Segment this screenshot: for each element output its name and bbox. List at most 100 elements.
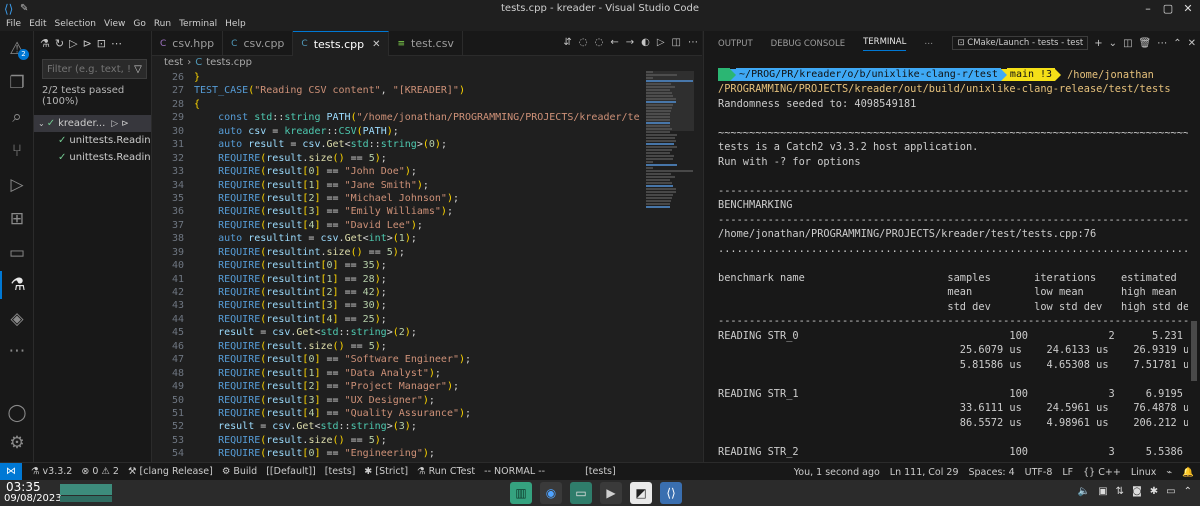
test-target[interactable]: [tests] <box>325 466 356 477</box>
close-tab-icon[interactable]: ✕ <box>372 39 380 50</box>
copilot-icon[interactable]: ◐ <box>641 37 650 48</box>
menu-view[interactable]: View <box>104 19 125 29</box>
platform[interactable]: Linux <box>1131 467 1157 478</box>
bell-icon[interactable]: 🔔 <box>1182 467 1194 478</box>
test-tree-root[interactable]: ⌄ ✓ kreader... ▷ ⊳ <box>34 115 151 132</box>
new-terminal-icon[interactable]: + <box>1094 38 1102 49</box>
pin-icon[interactable]: ✎ <box>20 3 34 14</box>
more-icon[interactable]: ⋯ <box>0 337 34 365</box>
tab-tests-cpp[interactable]: C tests.cpp ✕ <box>293 31 390 56</box>
debug-test-icon[interactable]: ⊳ <box>121 119 129 129</box>
chrome-icon[interactable]: ◉ <box>540 482 562 504</box>
close-button[interactable]: ✕ <box>1178 0 1198 17</box>
menu-terminal[interactable]: Terminal <box>179 19 217 29</box>
breadcrumb-file[interactable]: tests.cpp <box>206 57 252 68</box>
menu-selection[interactable]: Selection <box>55 19 96 29</box>
explorer-icon[interactable]: ❐ <box>0 69 34 97</box>
catch-version[interactable]: ⚗ v3.3.2 <box>31 466 72 477</box>
line-ending[interactable]: LF <box>1062 467 1073 478</box>
problems-indicator[interactable]: ⊗ 0 ⚠ 2 <box>81 466 119 477</box>
source-control-graph-icon[interactable]: ⚠ 2 <box>0 35 34 63</box>
maximize-button[interactable]: ▢ <box>1158 0 1178 17</box>
breadcrumb-folder[interactable]: test <box>164 57 183 68</box>
clock[interactable]: 03:35 09/08/2023 <box>4 481 62 505</box>
go-forward-icon[interactable]: ◌ <box>595 37 604 48</box>
manjaro-menu-icon[interactable]: ▥ <box>510 482 532 504</box>
settings-gear-icon[interactable]: ⚙ <box>0 429 34 457</box>
bluetooth-icon[interactable]: ✱ <box>1150 486 1158 497</box>
panel-tab-terminal[interactable]: TERMINAL <box>863 37 907 51</box>
cmake-icon[interactable]: ◈ <box>0 305 34 333</box>
go-back-icon[interactable]: ◌ <box>579 37 588 48</box>
search-icon[interactable]: ⌕ <box>0 103 34 131</box>
debug-tests-icon[interactable]: ⊳ <box>83 37 92 50</box>
build-target[interactable]: [[Default]] <box>266 466 316 477</box>
panel-tab-output[interactable]: OUTPUT <box>718 39 753 49</box>
remote-indicator-icon[interactable]: ⋈ <box>0 462 22 481</box>
refresh-icon[interactable]: ↻ <box>55 37 64 50</box>
run-ctest-button[interactable]: ⚗ Run CTest <box>417 466 475 477</box>
maximize-panel-icon[interactable]: ⌃ <box>1173 38 1181 49</box>
close-panel-icon[interactable]: ✕ <box>1188 38 1196 49</box>
clipboard-icon[interactable]: ▣ <box>1098 486 1107 497</box>
network-icon[interactable]: ⇅ <box>1116 486 1124 497</box>
encoding[interactable]: UTF-8 <box>1025 467 1053 478</box>
panel-more-icon[interactable]: ⋯ <box>924 39 933 49</box>
ellipsis-icon[interactable]: ⋯ <box>111 37 122 50</box>
more-actions-icon[interactable]: ⋯ <box>1157 38 1167 49</box>
trash-icon[interactable]: 🗑 <box>1139 38 1152 49</box>
compare-icon[interactable]: ⇵ <box>563 37 571 48</box>
chevron-up-icon[interactable]: ⌃ <box>1184 486 1192 497</box>
speaker-icon[interactable]: 🔈 <box>1078 486 1090 497</box>
terminal-icon[interactable]: ⊡ <box>97 37 106 50</box>
broadcast-icon[interactable]: ⌁ <box>1166 467 1172 478</box>
chevron-down-icon[interactable]: ⌄ <box>1109 38 1117 49</box>
account-icon[interactable]: ◯ <box>0 399 34 427</box>
camera-icon[interactable]: ◙ <box>1132 486 1142 497</box>
extensions-icon[interactable]: ⊞ <box>0 205 34 233</box>
language-mode[interactable]: {} C++ <box>1083 467 1121 478</box>
tab-csv-hpp[interactable]: C csv.hpp <box>152 31 224 56</box>
test-filter-input[interactable] <box>43 63 130 75</box>
menu-go[interactable]: Go <box>133 19 145 29</box>
tab-test-csv[interactable]: ≡ test.csv <box>389 31 463 56</box>
menu-edit[interactable]: Edit <box>29 19 46 29</box>
screenshot-app-icon[interactable]: ◩ <box>630 482 652 504</box>
workspace-indicator[interactable] <box>60 484 112 495</box>
split-terminal-icon[interactable]: ◫ <box>1123 38 1132 49</box>
file-manager-icon[interactable]: ▭ <box>570 482 592 504</box>
split-editor-icon[interactable]: ◫ <box>672 37 681 48</box>
menu-run[interactable]: Run <box>154 19 171 29</box>
test-icon[interactable]: ⚗ <box>40 37 50 50</box>
vscode-app-icon[interactable]: ⟨⟩ <box>660 482 682 504</box>
run-debug-icon[interactable]: ▷ <box>0 171 34 199</box>
terminal-select[interactable]: ⊡ CMake/Launch - tests - test <box>952 36 1089 50</box>
back-icon[interactable]: ← <box>610 37 618 48</box>
terminal-app-icon[interactable]: ▶ <box>600 482 622 504</box>
test-tree-item[interactable]: ✓ unittests.Readin... <box>34 132 151 149</box>
panel-tab-debug-console[interactable]: DEBUG CONSOLE <box>771 39 845 49</box>
testing-icon[interactable]: ⚗ <box>0 271 34 299</box>
cursor-position[interactable]: Ln 111, Col 29 <box>890 467 959 478</box>
run-icon[interactable]: ▷ <box>657 37 665 48</box>
forward-icon[interactable]: → <box>626 37 634 48</box>
test-tree-item[interactable]: ✓ unittests.Readin... <box>34 149 151 166</box>
minimize-button[interactable]: – <box>1138 0 1158 17</box>
filter-icon[interactable]: ▽ <box>130 64 146 75</box>
display-icon[interactable]: ▭ <box>1166 486 1175 497</box>
menu-help[interactable]: Help <box>225 19 246 29</box>
terminal-scrollbar[interactable] <box>1191 321 1197 381</box>
more-actions-icon[interactable]: ⋯ <box>688 37 698 48</box>
launch-target[interactable]: [tests] <box>585 466 616 477</box>
workspace-indicator-2[interactable] <box>60 496 112 502</box>
terminal-output[interactable]: ~/PROG/PR/kreader/o/b/unixlike-clang-r/t… <box>718 67 1188 459</box>
cmake-kit[interactable]: ⚒ [clang Release] <box>128 466 213 477</box>
git-blame[interactable]: You, 1 second ago <box>794 467 880 478</box>
run-tests-icon[interactable]: ▷ <box>69 37 77 50</box>
indentation[interactable]: Spaces: 4 <box>969 467 1015 478</box>
tab-csv-cpp[interactable]: C csv.cpp <box>223 31 294 56</box>
minimap[interactable] <box>646 71 694 211</box>
menu-file[interactable]: File <box>6 19 21 29</box>
run-test-icon[interactable]: ▷ <box>111 119 118 129</box>
code-editor[interactable]: 26} 27 TEST_CASE("Reading CSV content", "[… <box>152 71 640 461</box>
